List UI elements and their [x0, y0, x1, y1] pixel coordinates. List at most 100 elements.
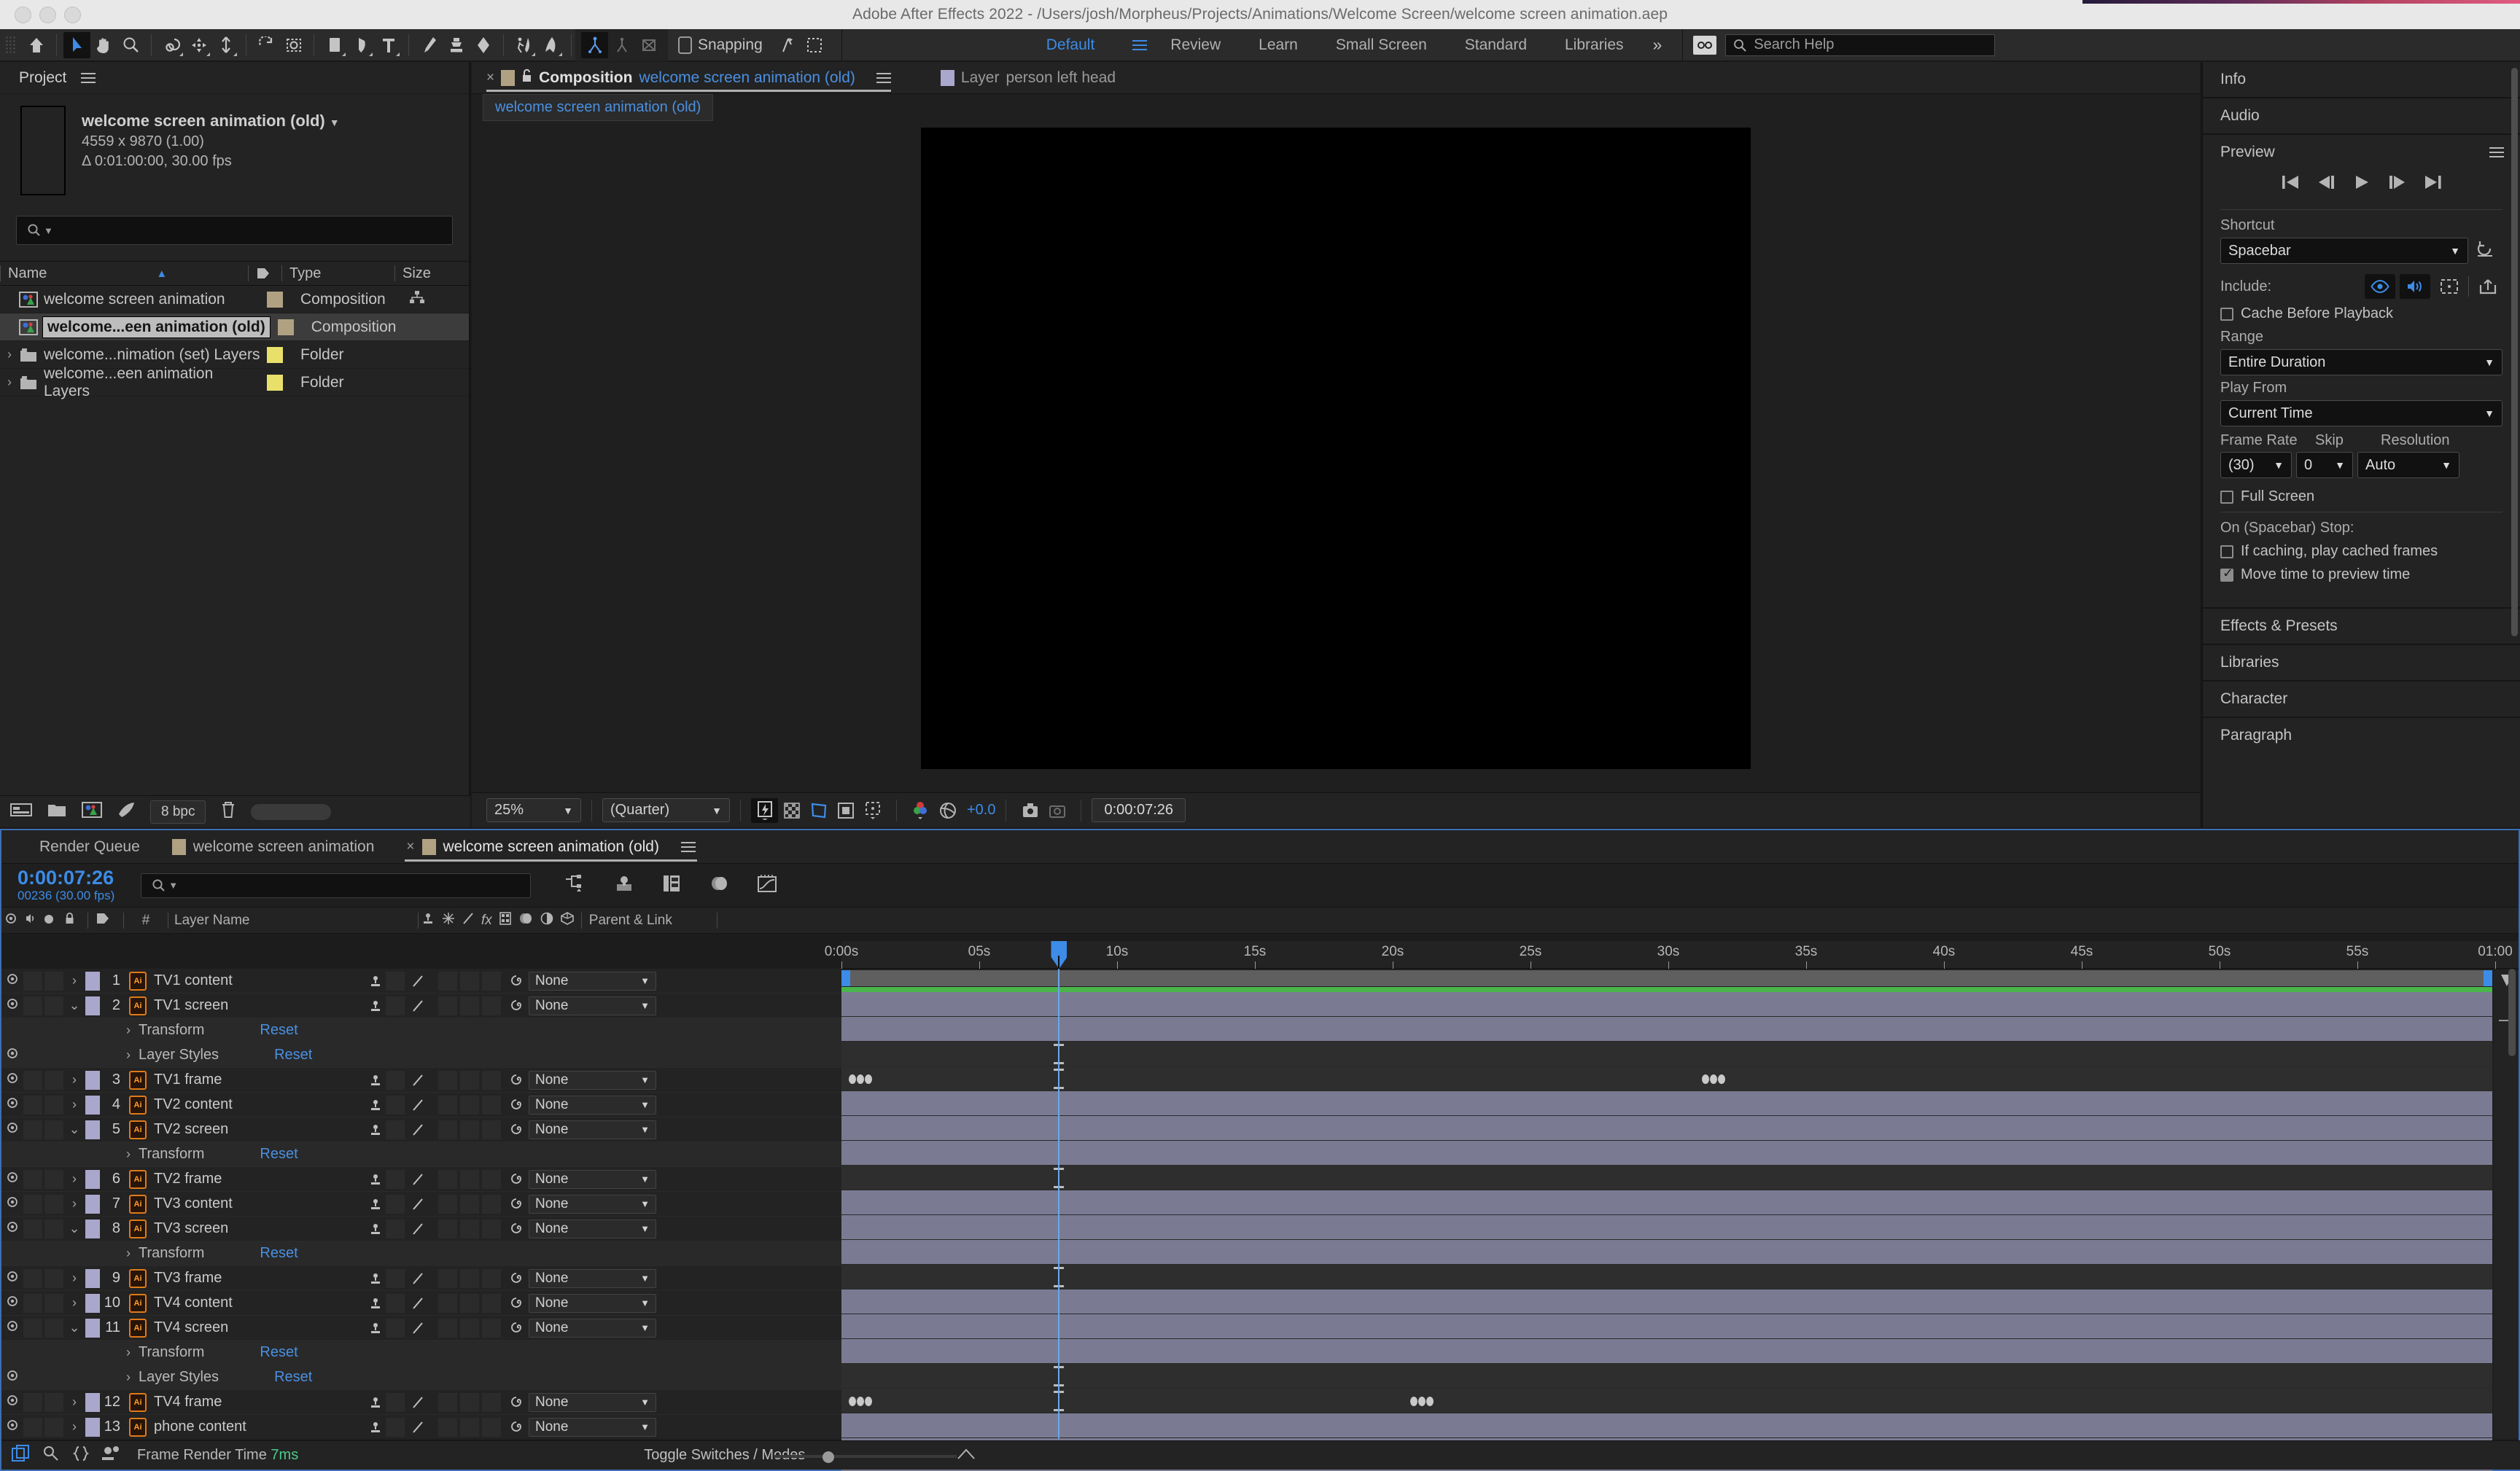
workspace-review[interactable]: Review — [1151, 29, 1240, 61]
layer-quality-switch[interactable] — [408, 1418, 428, 1437]
project-search-input[interactable]: ▼ — [16, 216, 453, 245]
layer-shy-switch[interactable] — [365, 972, 386, 991]
type-tool[interactable] — [375, 32, 402, 58]
workspace-learn[interactable]: Learn — [1240, 29, 1317, 61]
property-expand-arrow[interactable]: › — [118, 1047, 139, 1063]
layer-motion-blur-switch[interactable] — [482, 1220, 501, 1238]
rectangle-tool[interactable] — [321, 32, 348, 58]
collapse-transformations-icon[interactable] — [442, 912, 455, 929]
transparency-grid-icon[interactable] — [778, 798, 805, 823]
layer-shy-switch[interactable] — [365, 1120, 386, 1139]
timeline-track-layer-bar[interactable] — [841, 1413, 2492, 1438]
work-area-start-handle[interactable] — [841, 970, 850, 986]
layer-parent-select[interactable]: None▼ — [529, 1170, 656, 1189]
layer-expand-arrow[interactable]: ⌄ — [63, 1320, 85, 1335]
timeline-horizontal-scrollbar[interactable] — [774, 1450, 957, 1463]
overlays-icon[interactable] — [2435, 274, 2464, 299]
graph-editor-keyframe-icon[interactable] — [73, 1445, 89, 1466]
magnification-select[interactable]: 25% ▼ — [486, 798, 581, 822]
layer-parent-select[interactable]: None▼ — [529, 1096, 656, 1115]
layer-audio-toggle[interactable] — [23, 1294, 42, 1313]
timeline-vertical-scrollbar[interactable] — [2508, 969, 2516, 1436]
layer-audio-toggle[interactable] — [23, 1319, 42, 1338]
timeline-track-property[interactable] — [841, 1364, 2492, 1389]
property-expand-arrow[interactable]: › — [118, 1246, 139, 1261]
property-name[interactable]: Transform — [139, 1146, 204, 1163]
layer-effects-switch[interactable] — [438, 1269, 457, 1288]
column-layer-name[interactable]: Layer Name — [174, 913, 415, 929]
layer-parent-select[interactable]: None▼ — [529, 972, 656, 991]
layer-collapse-switch[interactable] — [386, 1096, 405, 1115]
layer-solo-toggle[interactable] — [44, 1269, 63, 1288]
property-reset-link[interactable]: Reset — [260, 1344, 298, 1361]
motion-blur-icon[interactable] — [518, 912, 533, 929]
property-visibility-toggle[interactable] — [1, 1047, 23, 1063]
layer-parent-select[interactable]: None▼ — [529, 1294, 656, 1313]
timeline-layer-row[interactable]: ›7AiTV3 contentNone▼ — [1, 1192, 841, 1217]
eraser-tool[interactable] — [470, 32, 497, 58]
pan-behind-tool[interactable] — [212, 32, 239, 58]
resolution-select[interactable]: Auto ▼ — [2357, 452, 2459, 478]
layer-name[interactable]: TV2 content — [154, 1096, 365, 1113]
layer-frame-blend-switch[interactable] — [460, 1071, 479, 1090]
puppet-position-pin-icon[interactable] — [581, 32, 608, 58]
parent-pick-whip[interactable] — [504, 1222, 529, 1236]
keyframe-cluster[interactable] — [849, 1074, 872, 1084]
layer-name[interactable]: TV4 content — [154, 1295, 365, 1311]
workspace-default[interactable]: Default — [1027, 29, 1114, 61]
layer-collapse-switch[interactable] — [386, 1393, 405, 1412]
timeline-layer-row[interactable]: ›1AiTV1 contentNone▼ — [1, 969, 841, 994]
keyframe-cluster[interactable] — [1410, 1397, 1434, 1406]
layer-name[interactable]: TV1 frame — [154, 1072, 365, 1088]
enable-frame-blending-icon[interactable] — [42, 1445, 61, 1466]
work-area-end-handle[interactable] — [2484, 970, 2492, 986]
timeline-layer-row[interactable]: ›6AiTV2 frameNone▼ — [1, 1167, 841, 1192]
snapping-toggle[interactable]: Snapping — [678, 36, 763, 54]
layer-parent-select[interactable]: None▼ — [529, 1120, 656, 1139]
project-panel-menu-icon[interactable] — [81, 70, 96, 86]
take-snapshot-icon[interactable] — [1016, 798, 1043, 823]
layer-motion-blur-switch[interactable] — [482, 1269, 501, 1288]
search-dropdown-caret[interactable]: ▼ — [44, 225, 53, 236]
exposure-aperture-icon[interactable] — [934, 798, 961, 823]
parent-pick-whip[interactable] — [504, 1395, 529, 1410]
property-expand-arrow[interactable]: › — [118, 1147, 139, 1162]
right-dock-scroll-thumb[interactable] — [2511, 68, 2518, 636]
frame-rate-select[interactable]: (30) ▼ — [2220, 452, 2292, 478]
channel-icon[interactable] — [907, 798, 934, 823]
reset-shortcut-icon[interactable] — [2476, 240, 2494, 262]
audio-icon[interactable] — [20, 913, 39, 929]
layer-solo-toggle[interactable] — [44, 1220, 63, 1238]
layer-audio-toggle[interactable] — [23, 1195, 42, 1214]
layer-parent-select[interactable]: None▼ — [529, 1071, 656, 1090]
resolution-select[interactable]: (Quarter) ▼ — [602, 798, 730, 822]
layer-effects-switch[interactable] — [438, 996, 457, 1015]
layer-expand-arrow[interactable]: › — [63, 1271, 85, 1286]
layer-quality-switch[interactable] — [408, 1195, 428, 1214]
pen-tool[interactable] — [348, 32, 375, 58]
auto-keyframe-icon[interactable] — [101, 1445, 120, 1466]
timeline-track-property[interactable] — [841, 1265, 2492, 1289]
tab-welcome-screen-animation[interactable]: welcome screen animation — [156, 830, 391, 864]
effects-fx-icon[interactable]: fx — [481, 913, 492, 929]
layer-shy-switch[interactable] — [365, 1269, 386, 1288]
layer-effects-switch[interactable] — [438, 1319, 457, 1338]
layer-solo-toggle[interactable] — [44, 1393, 63, 1412]
layer-expand-arrow[interactable]: › — [63, 973, 85, 988]
layer-quality-switch[interactable] — [408, 1170, 428, 1189]
graph-editor-icon[interactable] — [757, 874, 777, 897]
layer-frame-blend-switch[interactable] — [460, 1195, 479, 1214]
property-expand-arrow[interactable]: › — [118, 1370, 139, 1385]
layer-quality-switch[interactable] — [408, 1393, 428, 1412]
layer-effects-switch[interactable] — [438, 1071, 457, 1090]
layer-name[interactable]: TV4 screen — [154, 1319, 365, 1336]
timeline-layer-row[interactable]: ⌄5AiTV2 screenNone▼ — [1, 1117, 841, 1142]
layer-effects-switch[interactable] — [438, 1393, 457, 1412]
project-footer-scroll-pill[interactable] — [251, 804, 331, 820]
layer-audio-toggle[interactable] — [23, 1120, 42, 1139]
property-visibility-toggle[interactable] — [1, 1370, 23, 1385]
layer-parent-select[interactable]: None▼ — [529, 996, 656, 1015]
layer-visibility-toggle[interactable] — [1, 1320, 23, 1335]
layer-frame-blend-switch[interactable] — [460, 1393, 479, 1412]
layer-motion-blur-switch[interactable] — [482, 1071, 501, 1090]
